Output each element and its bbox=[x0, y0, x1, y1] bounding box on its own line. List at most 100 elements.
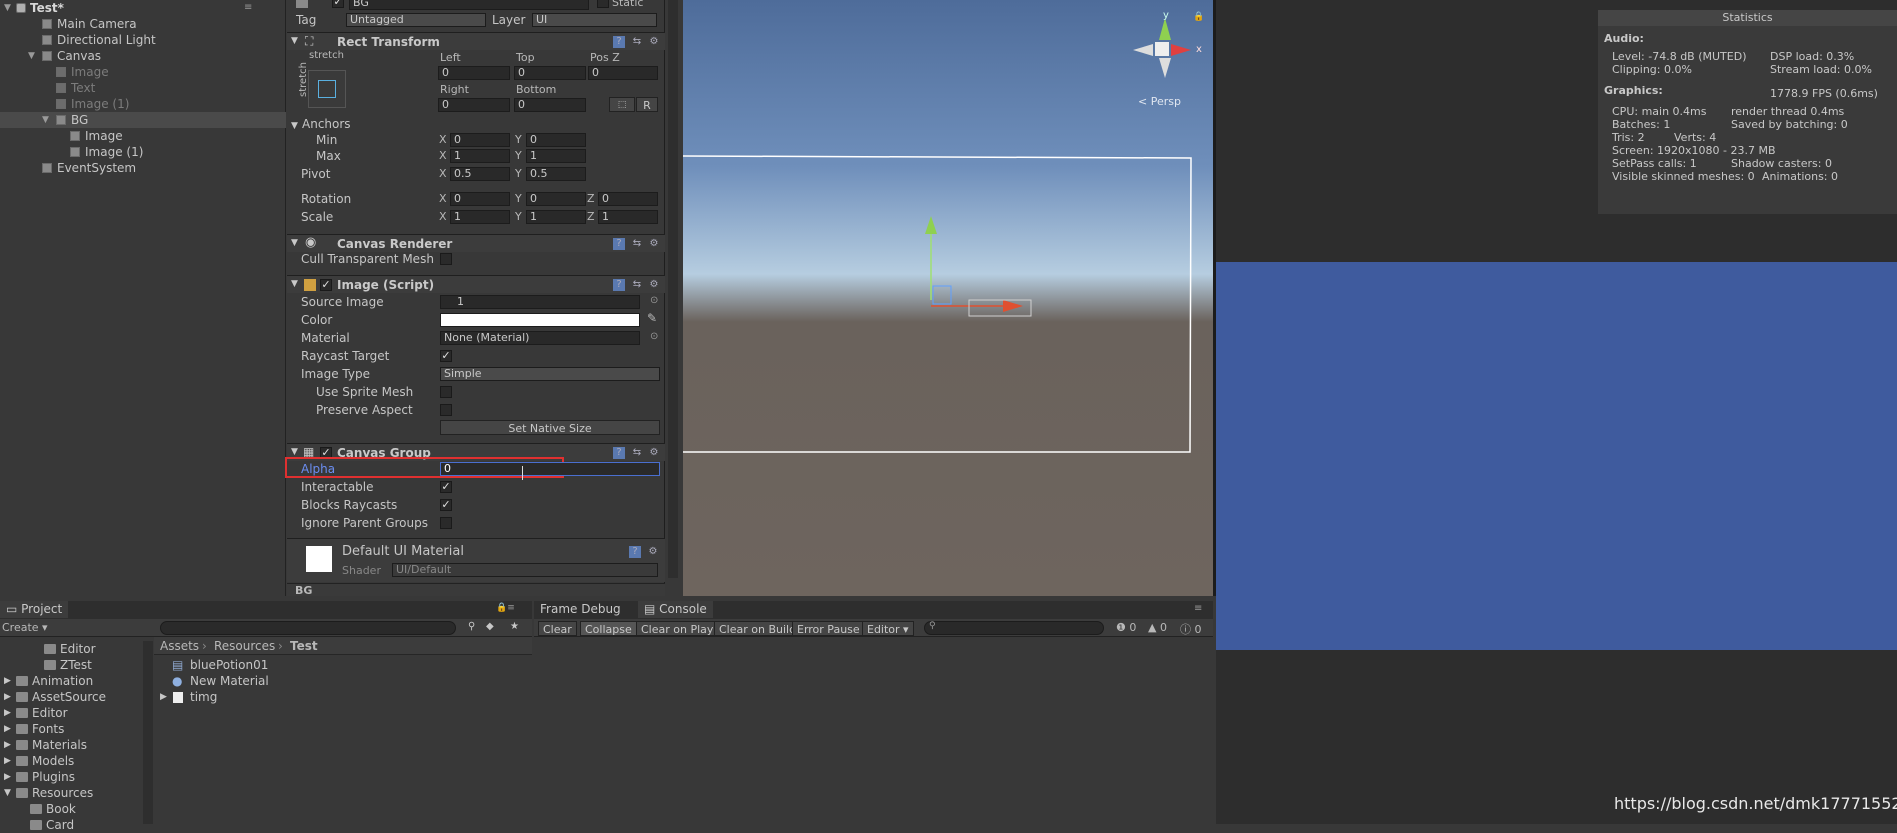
menu-icon[interactable]: ≡ bbox=[1194, 603, 1202, 614]
preset-icon[interactable]: ⇆ bbox=[631, 238, 643, 250]
source-image-field[interactable]: 1 bbox=[440, 295, 640, 309]
collapsed-triangle-icon[interactable]: ▶ bbox=[4, 753, 11, 769]
posz-field[interactable]: 0 bbox=[588, 66, 658, 80]
gizmo-x-axis-icon[interactable] bbox=[1171, 44, 1191, 56]
object-picker-icon[interactable]: ⊙ bbox=[650, 295, 658, 306]
top-field[interactable]: 0 bbox=[514, 66, 586, 80]
collapse-button[interactable]: Collapse bbox=[580, 621, 637, 636]
raw-edit-button[interactable]: R bbox=[636, 97, 658, 112]
gizmo-cube-icon[interactable] bbox=[1155, 42, 1169, 56]
interactable-checkbox[interactable]: ✓ bbox=[440, 481, 452, 493]
menu-icon[interactable]: ≡ bbox=[244, 0, 252, 16]
blueprint-mode-button[interactable]: ⬚ bbox=[609, 97, 635, 112]
hierarchy-item[interactable]: ▼ Canvas bbox=[0, 48, 286, 64]
expand-triangle-icon[interactable]: ▼ bbox=[28, 48, 35, 64]
right-field[interactable]: 0 bbox=[438, 98, 510, 112]
foldout-icon[interactable]: ▼ bbox=[291, 447, 298, 457]
color-swatch[interactable] bbox=[440, 313, 640, 327]
help-icon[interactable]: ? bbox=[629, 546, 641, 558]
pivot-x-field[interactable]: 0.5 bbox=[450, 167, 510, 181]
gear-icon[interactable]: ⚙ bbox=[648, 447, 660, 459]
preset-icon[interactable]: ⇆ bbox=[631, 279, 643, 291]
blocks-raycasts-checkbox[interactable]: ✓ bbox=[440, 499, 452, 511]
tree-scrollbar[interactable] bbox=[143, 641, 153, 824]
scale-x-field[interactable]: 1 bbox=[450, 210, 510, 224]
gear-icon[interactable]: ⚙ bbox=[647, 546, 659, 558]
expand-triangle-icon[interactable]: ▼ bbox=[42, 112, 49, 128]
shader-dropdown[interactable]: UI/Default bbox=[392, 563, 658, 577]
alpha-field[interactable]: 0 bbox=[440, 462, 660, 476]
inspector-scrollbar[interactable] bbox=[668, 0, 678, 578]
tab-console[interactable]: ▤ Console bbox=[638, 601, 713, 618]
hierarchy-item-selected[interactable]: ▼ BG bbox=[0, 112, 286, 128]
anchor-min-x-field[interactable]: 0 bbox=[450, 133, 510, 147]
filter-type-icon[interactable]: ⚲ bbox=[468, 621, 475, 632]
left-field[interactable]: 0 bbox=[438, 66, 510, 80]
gear-icon[interactable]: ⚙ bbox=[648, 238, 660, 250]
expanded-triangle-icon[interactable]: ▼ bbox=[4, 785, 11, 801]
use-sprite-mesh-checkbox[interactable] bbox=[440, 386, 452, 398]
object-picker-icon[interactable]: ⊙ bbox=[650, 331, 658, 342]
name-field[interactable]: BG bbox=[349, 0, 589, 10]
hierarchy-item[interactable]: Image (1) bbox=[0, 96, 286, 112]
hierarchy-item[interactable]: Text bbox=[0, 80, 286, 96]
ignore-parent-groups-checkbox[interactable] bbox=[440, 517, 452, 529]
collapsed-triangle-icon[interactable]: ▶ bbox=[160, 689, 167, 705]
gear-icon[interactable]: ⚙ bbox=[648, 279, 660, 291]
rotation-x-field[interactable]: 0 bbox=[450, 192, 510, 206]
filter-label-icon[interactable]: ◆ bbox=[486, 621, 494, 632]
hierarchy-item[interactable]: Image bbox=[0, 64, 286, 80]
project-search-input[interactable] bbox=[160, 621, 456, 635]
anchor-presets-button[interactable] bbox=[308, 70, 346, 108]
gizmo-neg-y-icon[interactable] bbox=[1159, 58, 1171, 78]
expand-triangle-icon[interactable]: ▼ bbox=[4, 0, 11, 16]
help-icon[interactable]: ? bbox=[613, 279, 625, 291]
anchors-foldout-icon[interactable]: ▼ bbox=[291, 121, 298, 131]
rotation-z-field[interactable]: 0 bbox=[598, 192, 658, 206]
tag-dropdown[interactable]: Untagged bbox=[346, 13, 486, 27]
rect-transform-header[interactable]: ▼ ⛶ Rect Transform ? ⇆ ⚙ bbox=[287, 32, 665, 50]
anchor-max-x-field[interactable]: 1 bbox=[450, 149, 510, 163]
hierarchy-item[interactable]: Image (1) bbox=[0, 144, 286, 160]
preset-icon[interactable]: ⇆ bbox=[631, 36, 643, 48]
scene-root-row[interactable]: ▼ Test* ≡ bbox=[0, 0, 286, 16]
error-pause-button[interactable]: Error Pause bbox=[792, 621, 865, 636]
help-icon[interactable]: ? bbox=[613, 36, 625, 48]
material-field[interactable]: None (Material) bbox=[440, 331, 640, 345]
canvas-renderer-header[interactable]: ▼ ◉ Canvas Renderer ? ⇆ ⚙ bbox=[287, 234, 665, 252]
gizmo-neg-x-icon[interactable] bbox=[1133, 44, 1153, 56]
image-enabled-checkbox[interactable]: ✓ bbox=[320, 279, 332, 291]
anchor-max-y-field[interactable]: 1 bbox=[526, 149, 586, 163]
favorite-star-icon[interactable]: ★ bbox=[510, 621, 519, 632]
rotation-y-field[interactable]: 0 bbox=[526, 192, 586, 206]
error-count-toggle[interactable]: ❶ 0 bbox=[1116, 621, 1136, 634]
eyedropper-icon[interactable]: ✎ bbox=[647, 311, 657, 325]
clear-on-play-button[interactable]: Clear on Play bbox=[636, 621, 719, 636]
breadcrumb-resources[interactable]: Resources bbox=[214, 639, 275, 653]
collapsed-triangle-icon[interactable]: ▶ bbox=[4, 673, 11, 689]
lock-icon[interactable]: 🔒≡ bbox=[496, 603, 515, 613]
scale-z-field[interactable]: 1 bbox=[598, 210, 658, 224]
static-checkbox[interactable] bbox=[597, 0, 609, 8]
cull-transparent-mesh-checkbox[interactable] bbox=[440, 253, 452, 265]
help-icon[interactable]: ? bbox=[613, 238, 625, 250]
image-type-dropdown[interactable]: Simple bbox=[440, 367, 660, 381]
breadcrumb-assets[interactable]: Assets bbox=[160, 639, 199, 653]
gizmo-y-axis-icon[interactable] bbox=[1159, 18, 1171, 40]
scale-y-field[interactable]: 1 bbox=[526, 210, 586, 224]
layer-dropdown[interactable]: UI bbox=[532, 13, 657, 27]
console-search-input[interactable] bbox=[924, 621, 1104, 635]
scene-gizmo[interactable]: y x bbox=[1128, 10, 1202, 84]
preset-icon[interactable]: ⇆ bbox=[631, 447, 643, 459]
lock-icon[interactable]: 🔒 bbox=[1193, 12, 1204, 22]
info-count-toggle[interactable]: ⓘ 0 bbox=[1180, 621, 1202, 637]
collapsed-triangle-icon[interactable]: ▶ bbox=[4, 769, 11, 785]
help-icon[interactable]: ? bbox=[613, 447, 625, 459]
hierarchy-item[interactable]: Main Camera bbox=[0, 16, 286, 32]
preserve-aspect-checkbox[interactable] bbox=[440, 404, 452, 416]
collapsed-triangle-icon[interactable]: ▶ bbox=[4, 737, 11, 753]
clear-on-build-button[interactable]: Clear on Build bbox=[714, 621, 802, 636]
image-component-header[interactable]: ▼ ✓ Image (Script) ? ⇆ ⚙ bbox=[287, 275, 665, 293]
anchor-min-y-field[interactable]: 0 bbox=[526, 133, 586, 147]
collapsed-triangle-icon[interactable]: ▶ bbox=[4, 705, 11, 721]
